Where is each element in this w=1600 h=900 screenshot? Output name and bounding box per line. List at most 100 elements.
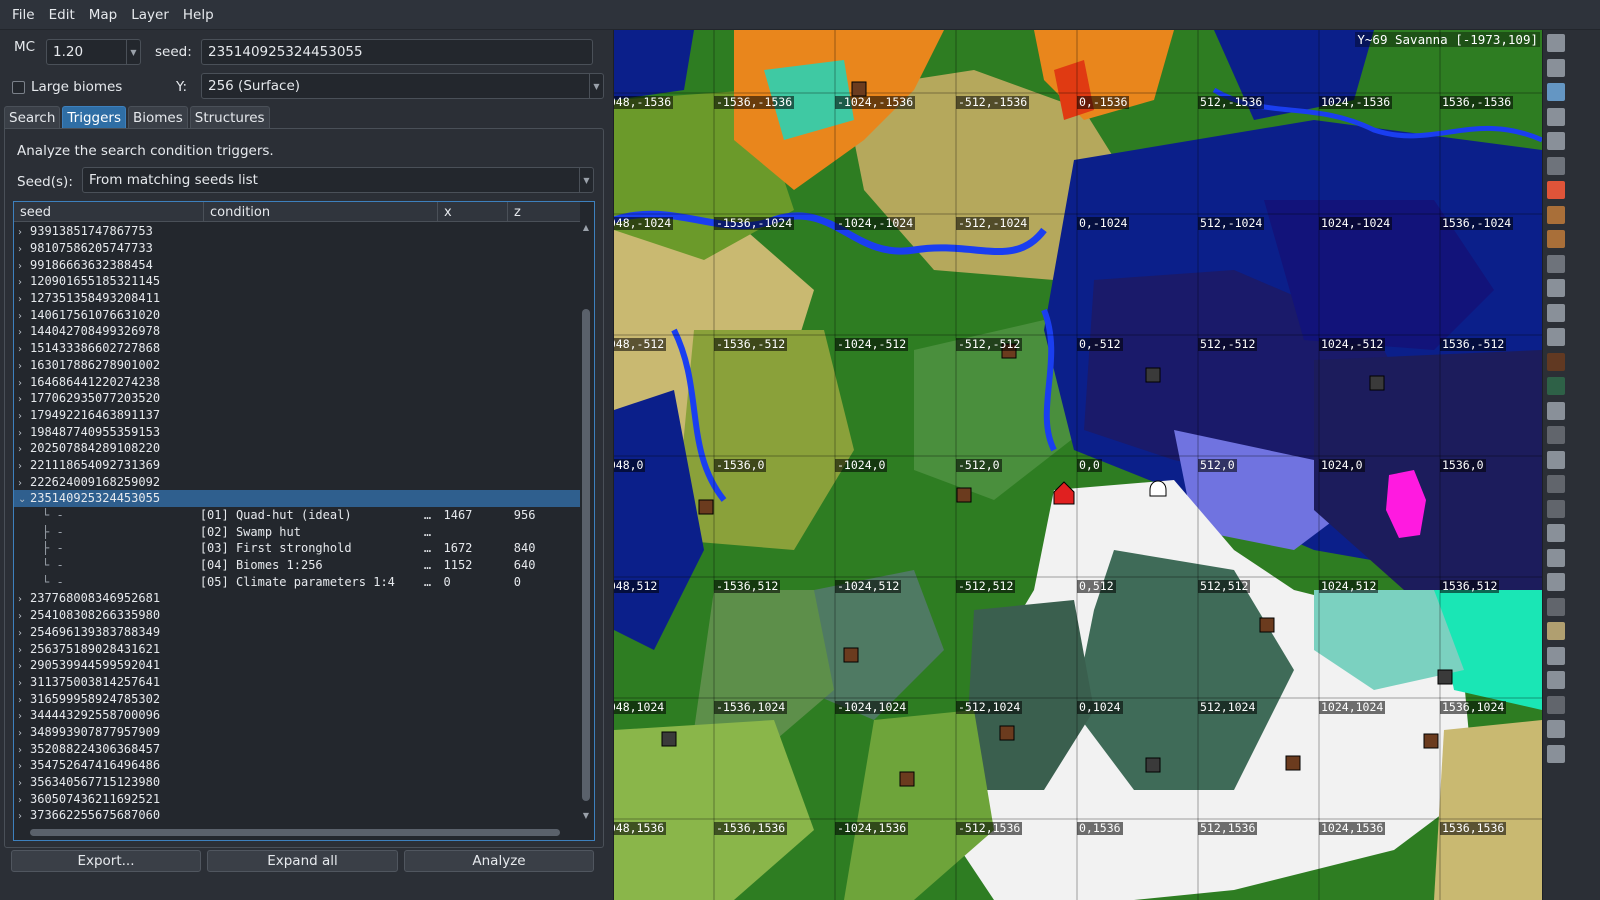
- seed-row[interactable]: › 140617561076631020: [14, 306, 580, 323]
- seed-row[interactable]: › 93913851747867753: [14, 223, 580, 240]
- seed-row[interactable]: › 373662255675687060: [14, 807, 580, 823]
- seed-row[interactable]: › 316599958924785302: [14, 690, 580, 707]
- expand-all-button[interactable]: Expand all: [207, 850, 398, 872]
- chevron-right-icon[interactable]: ›: [18, 294, 30, 305]
- menu-map[interactable]: Map: [83, 3, 124, 27]
- seeds-source-select[interactable]: From matching seeds list ▼: [82, 167, 594, 193]
- seed-row[interactable]: › 290539944599592041: [14, 657, 580, 674]
- fortress-icon[interactable]: [1547, 499, 1565, 518]
- export-button[interactable]: Export...: [11, 850, 201, 872]
- seed-input[interactable]: 235140925324453055: [201, 39, 593, 65]
- seed-row[interactable]: › 256375189028431621: [14, 640, 580, 657]
- chevron-right-icon[interactable]: ›: [18, 411, 30, 422]
- cherry-icon[interactable]: [1547, 695, 1565, 714]
- seed-row[interactable]: › 127351358493208411: [14, 290, 580, 307]
- spawn-icon[interactable]: [1547, 597, 1565, 616]
- seed-row[interactable]: ⌄ 235140925324453055: [14, 490, 580, 507]
- desert-temple-icon[interactable]: [1547, 205, 1565, 224]
- chevron-right-icon[interactable]: ›: [18, 378, 30, 389]
- chevron-right-icon[interactable]: ›: [18, 361, 30, 372]
- seed-row[interactable]: › 360507436211692521: [14, 790, 580, 807]
- seed-row[interactable]: › 99186663632388454: [14, 256, 580, 273]
- condition-row[interactable]: └ - [01] Quad-hut (ideal) … 1467 956: [14, 507, 580, 524]
- seed-row[interactable]: › 177062935077203520: [14, 390, 580, 407]
- ruined-portal-icon[interactable]: [1547, 352, 1565, 371]
- chevron-right-icon[interactable]: ›: [18, 695, 30, 706]
- chevron-right-icon[interactable]: ›: [18, 478, 30, 489]
- menu-icon[interactable]: [1547, 34, 1565, 52]
- grid-icon[interactable]: [1547, 58, 1565, 77]
- chevron-right-icon[interactable]: ›: [18, 444, 30, 455]
- geode-icon[interactable]: [1547, 646, 1565, 665]
- hscroll-thumb[interactable]: [30, 829, 560, 836]
- seed-row[interactable]: › 144042708499326978: [14, 323, 580, 340]
- end-city-icon[interactable]: [1547, 548, 1565, 567]
- bastion-icon[interactable]: [1547, 524, 1565, 542]
- seed-row[interactable]: › 237768008346952681: [14, 590, 580, 607]
- outpost-icon[interactable]: [1547, 401, 1565, 420]
- analyze-button[interactable]: Analyze: [404, 850, 594, 872]
- chevron-right-icon[interactable]: ›: [18, 227, 30, 238]
- seed-row[interactable]: › 198487740955359153: [14, 423, 580, 440]
- seed-row[interactable]: › 179492216463891137: [14, 407, 580, 424]
- chevron-right-icon[interactable]: ›: [18, 761, 30, 772]
- chevron-right-icon[interactable]: ›: [18, 811, 30, 822]
- biome-map[interactable]: -2048,-1536 -1536,-1536 -1024,-1536 -512,-1…: [614, 30, 1542, 900]
- chevron-right-icon[interactable]: ›: [18, 461, 30, 472]
- horizontal-scrollbar[interactable]: [16, 826, 578, 838]
- condition-row[interactable]: └ - [04] Biomes 1:256 … 1152 640: [14, 557, 580, 574]
- menu-layer[interactable]: Layer: [125, 3, 175, 27]
- chevron-right-icon[interactable]: ›: [18, 778, 30, 789]
- mansion-icon[interactable]: [1547, 328, 1565, 346]
- condition-row[interactable]: ├ - [02] Swamp hut…: [14, 523, 580, 540]
- seed-row[interactable]: › 254108308266335980: [14, 607, 580, 624]
- chevron-down-icon[interactable]: ⌄: [18, 494, 30, 505]
- igloo-icon[interactable]: [1547, 279, 1565, 297]
- tab-structures[interactable]: Structures: [189, 106, 270, 128]
- seed-row[interactable]: › 120901655185321145: [14, 273, 580, 290]
- chevron-right-icon[interactable]: ›: [18, 628, 30, 639]
- seed-row[interactable]: › 348993907877957909: [14, 724, 580, 741]
- seed-row[interactable]: › 151433386602727868: [14, 340, 580, 357]
- chevron-right-icon[interactable]: ›: [18, 795, 30, 806]
- seed-row[interactable]: › 352088224306368457: [14, 740, 580, 757]
- y-level-select[interactable]: 256 (Surface) ▼: [201, 73, 604, 99]
- tab-search[interactable]: Search: [4, 106, 61, 128]
- condition-row[interactable]: ├ - [03] First stronghold … 1672 840: [14, 540, 580, 557]
- seed-row[interactable]: › 221118654092731369: [14, 457, 580, 474]
- scroll-down-icon[interactable]: ▼: [580, 811, 592, 823]
- shipwreck-icon[interactable]: [1547, 426, 1565, 444]
- chevron-right-icon[interactable]: ›: [18, 661, 30, 672]
- structure-layer-icon[interactable]: [1547, 132, 1565, 150]
- trial-icon[interactable]: [1547, 671, 1565, 689]
- seed-row[interactable]: › 98107586205747733: [14, 240, 580, 257]
- seed-row[interactable]: › 354752647416496486: [14, 757, 580, 774]
- column-seed[interactable]: seed: [14, 202, 204, 222]
- seed-row[interactable]: › 311375003814257641: [14, 674, 580, 691]
- vertical-scrollbar[interactable]: ▲ ▼: [580, 223, 592, 823]
- height-layer-icon[interactable]: [1547, 107, 1565, 126]
- ancient-city-icon[interactable]: [1547, 377, 1565, 395]
- chevron-right-icon[interactable]: ›: [18, 344, 30, 355]
- menu-edit[interactable]: Edit: [43, 3, 81, 27]
- menu-help[interactable]: Help: [177, 3, 220, 27]
- trigger-tree[interactable]: seed condition x z › 93913851747867753 › 98…: [13, 201, 595, 841]
- column-x[interactable]: x: [438, 202, 508, 222]
- large-biomes-checkbox[interactable]: [12, 80, 25, 94]
- slime-icon[interactable]: [1547, 156, 1565, 175]
- mineshaft-icon[interactable]: [1547, 475, 1565, 493]
- scroll-up-icon[interactable]: ▲: [580, 223, 592, 235]
- jungle-temple-icon[interactable]: [1547, 230, 1565, 248]
- stronghold-icon[interactable]: [1547, 622, 1565, 640]
- gateway-icon[interactable]: [1547, 573, 1565, 591]
- seed-row[interactable]: › 222624009168259092: [14, 473, 580, 490]
- chevron-right-icon[interactable]: ›: [18, 327, 30, 338]
- monument-icon[interactable]: [1547, 303, 1565, 322]
- chevron-right-icon[interactable]: ›: [18, 311, 30, 322]
- chevron-right-icon[interactable]: ›: [18, 711, 30, 722]
- zoom-out-icon[interactable]: [1547, 744, 1565, 763]
- menu-file[interactable]: File: [6, 3, 41, 27]
- seed-row[interactable]: › 202507884289108220: [14, 440, 580, 457]
- biome-layer-icon[interactable]: [1547, 83, 1565, 101]
- chevron-right-icon[interactable]: ›: [18, 594, 30, 605]
